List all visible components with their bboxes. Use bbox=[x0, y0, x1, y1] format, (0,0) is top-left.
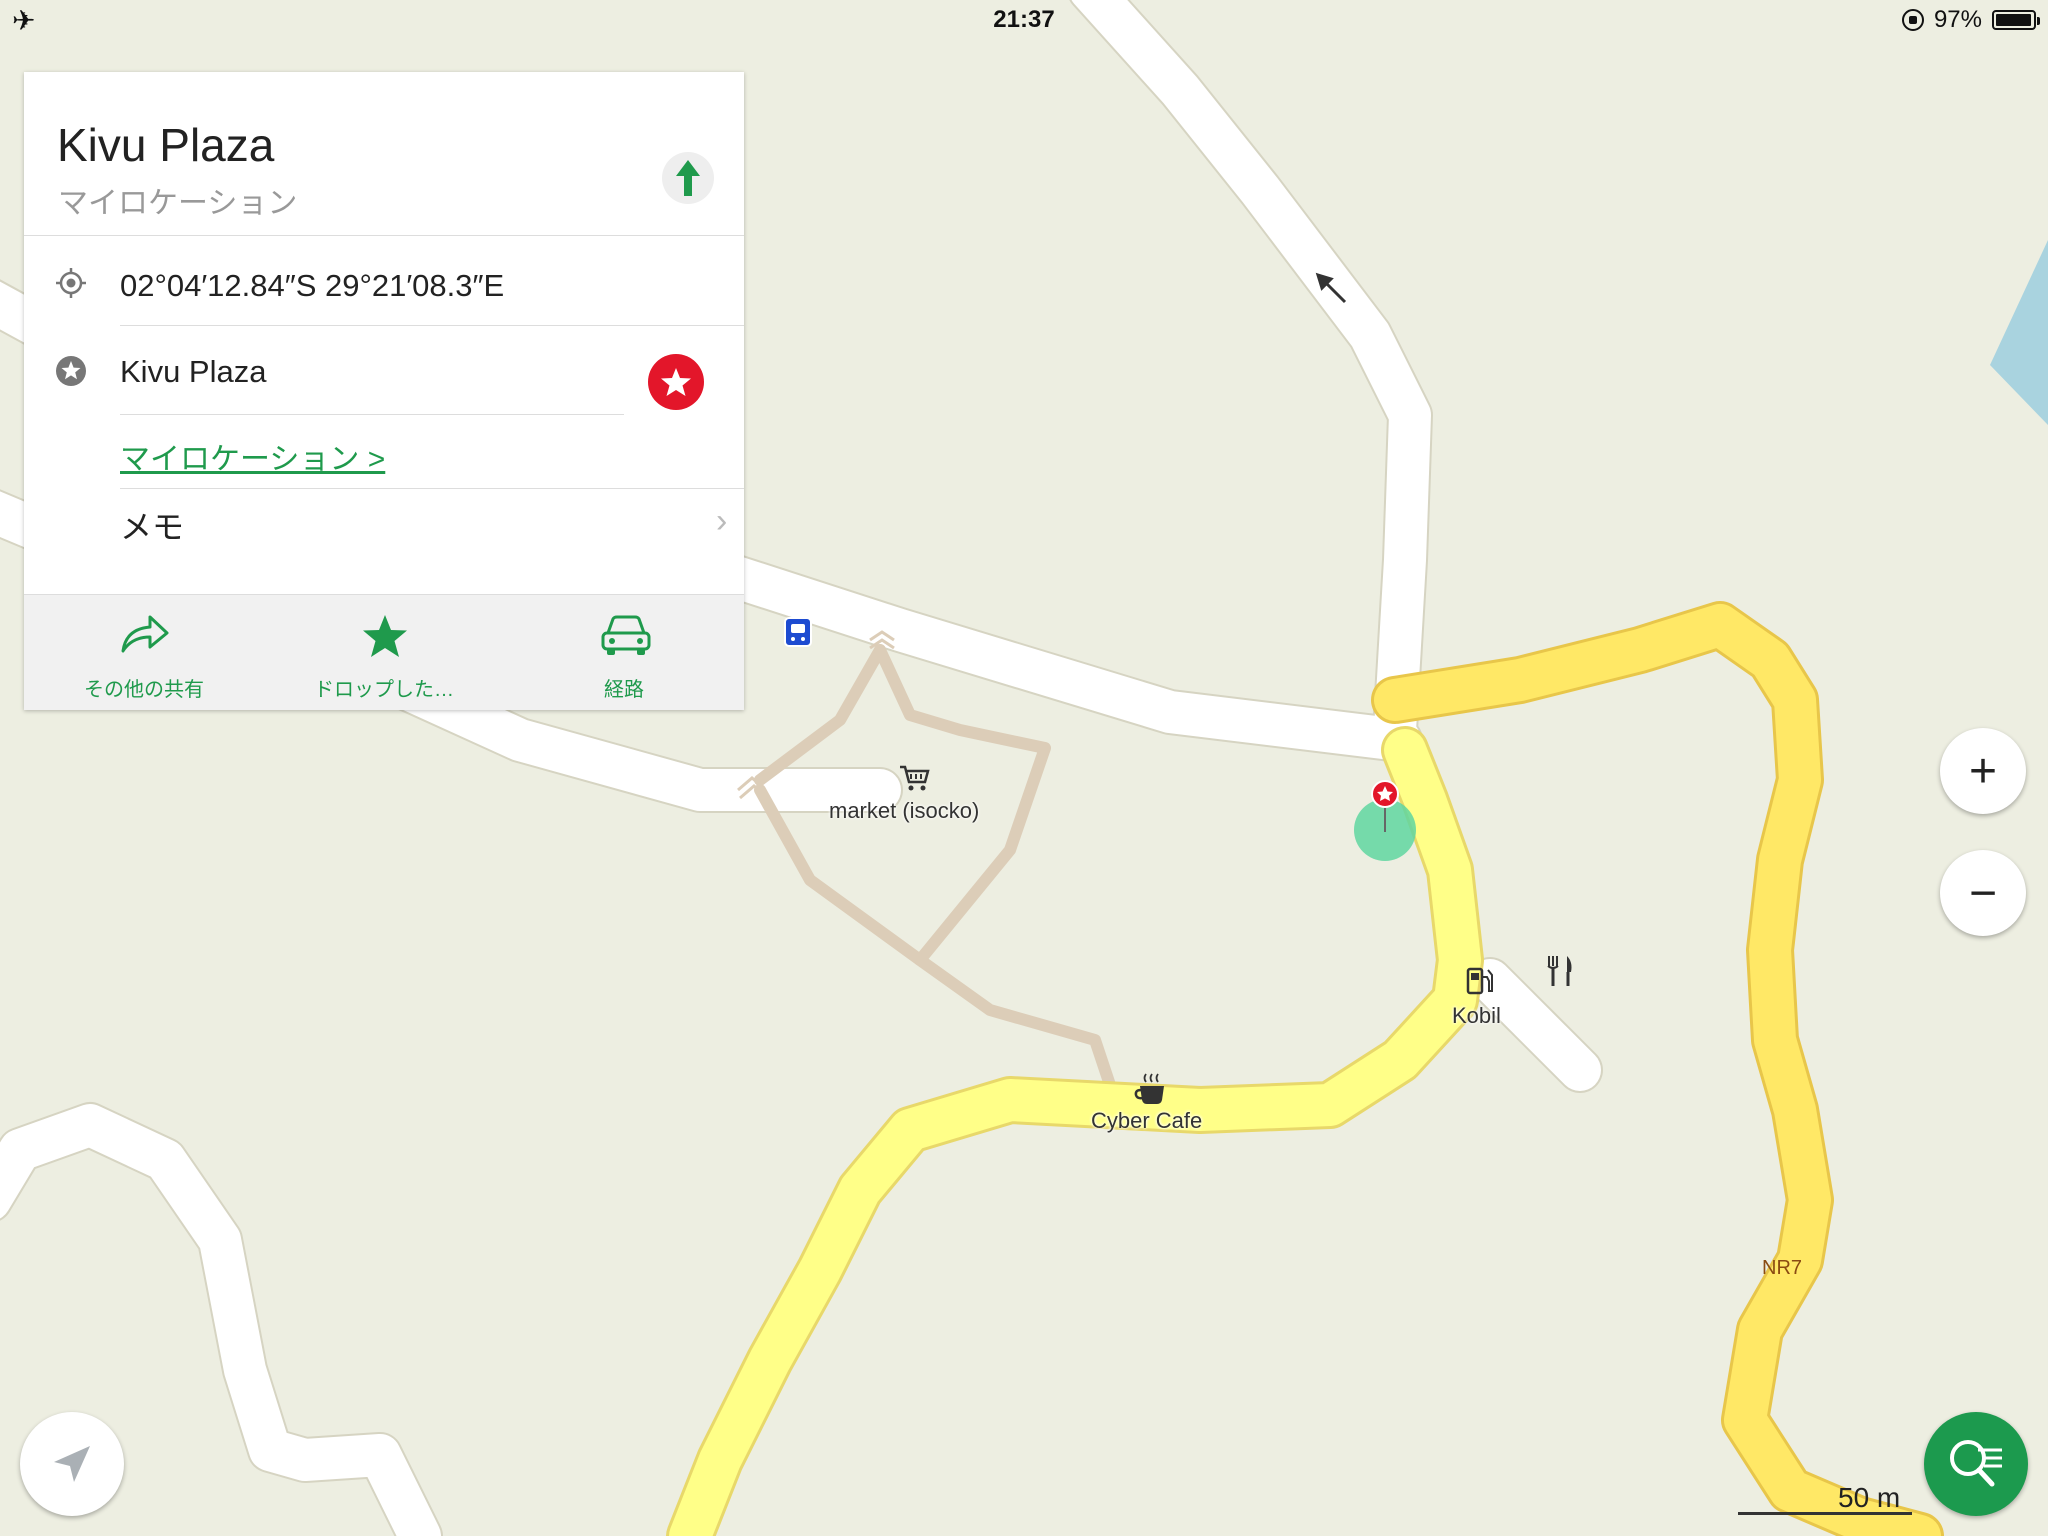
market-label[interactable]: market (isocko) bbox=[829, 798, 979, 824]
card-header: Kivu Plaza マイロケーション bbox=[24, 72, 744, 236]
search-button[interactable] bbox=[1924, 1412, 2028, 1516]
car-icon bbox=[601, 615, 651, 655]
actions-bar: その他の共有 ドロップした… 経路 bbox=[24, 594, 744, 710]
search-list-icon bbox=[1950, 1440, 2002, 1487]
status-time: 21:37 bbox=[993, 6, 1055, 33]
divider bbox=[120, 325, 744, 326]
star-circle-icon bbox=[56, 356, 86, 386]
route-label: 経路 bbox=[604, 679, 644, 701]
fuel-station-icon[interactable] bbox=[1465, 965, 1495, 997]
plus-icon: + bbox=[1968, 744, 1998, 798]
memo-row[interactable]: メモ bbox=[120, 502, 184, 548]
my-location-button[interactable] bbox=[20, 1412, 124, 1516]
scale-bar bbox=[1738, 1512, 1912, 1515]
group-link[interactable]: マイロケーション > bbox=[120, 434, 385, 478]
battery-icon bbox=[1992, 10, 2040, 30]
name-field[interactable]: Kivu Plaza bbox=[120, 354, 266, 390]
favorite-button[interactable] bbox=[648, 354, 704, 410]
star-icon bbox=[363, 615, 407, 657]
battery-percent: 97% bbox=[1933, 6, 1982, 33]
star-icon bbox=[661, 368, 691, 396]
place-subtitle: マイロケーション bbox=[58, 187, 298, 220]
route-button[interactable]: 経路 bbox=[504, 595, 744, 710]
zoom-out-button[interactable]: − bbox=[1940, 850, 2026, 936]
chevron-right-icon[interactable]: › bbox=[716, 502, 727, 541]
share-button[interactable]: その他の共有 bbox=[24, 595, 264, 710]
scale-label: 50 m bbox=[1838, 1482, 1901, 1513]
status-bar: ✈ 21:37 97% bbox=[0, 0, 2048, 40]
dropped-pin-button[interactable]: ドロップした… bbox=[264, 595, 504, 710]
status-right: 97% bbox=[1901, 6, 2040, 34]
shopping-cart-icon[interactable] bbox=[898, 763, 930, 793]
place-card: Kivu Plaza マイロケーション 02°04′12.84″S 29°21′… bbox=[24, 72, 744, 710]
rotation-lock-icon bbox=[1901, 9, 1924, 31]
kobil-label[interactable]: Kobil bbox=[1452, 1003, 1501, 1029]
direction-button[interactable] bbox=[662, 152, 714, 204]
place-title: Kivu Plaza bbox=[57, 119, 275, 171]
coordinates-text[interactable]: 02°04′12.84″S 29°21′08.3″E bbox=[120, 268, 504, 304]
crosshair-icon bbox=[56, 268, 86, 298]
zoom-in-button[interactable]: + bbox=[1940, 728, 2026, 814]
dropped-label: ドロップした… bbox=[314, 679, 454, 701]
name-underline bbox=[120, 414, 624, 415]
divider bbox=[120, 488, 744, 489]
battery-fill bbox=[1996, 14, 2031, 26]
bus-stop-icon[interactable] bbox=[784, 617, 812, 647]
share-arrow-icon bbox=[121, 615, 169, 653]
location-arrow-icon bbox=[54, 1446, 90, 1482]
cafe-icon[interactable] bbox=[1134, 1072, 1170, 1106]
road-ref-label: NR7 bbox=[1762, 1257, 1803, 1279]
minus-icon: − bbox=[1968, 866, 1998, 920]
cafe-label[interactable]: Cyber Cafe bbox=[1091, 1108, 1202, 1134]
arrow-up-icon bbox=[676, 160, 700, 196]
restaurant-icon[interactable] bbox=[1545, 954, 1575, 988]
share-label: その他の共有 bbox=[84, 679, 204, 701]
